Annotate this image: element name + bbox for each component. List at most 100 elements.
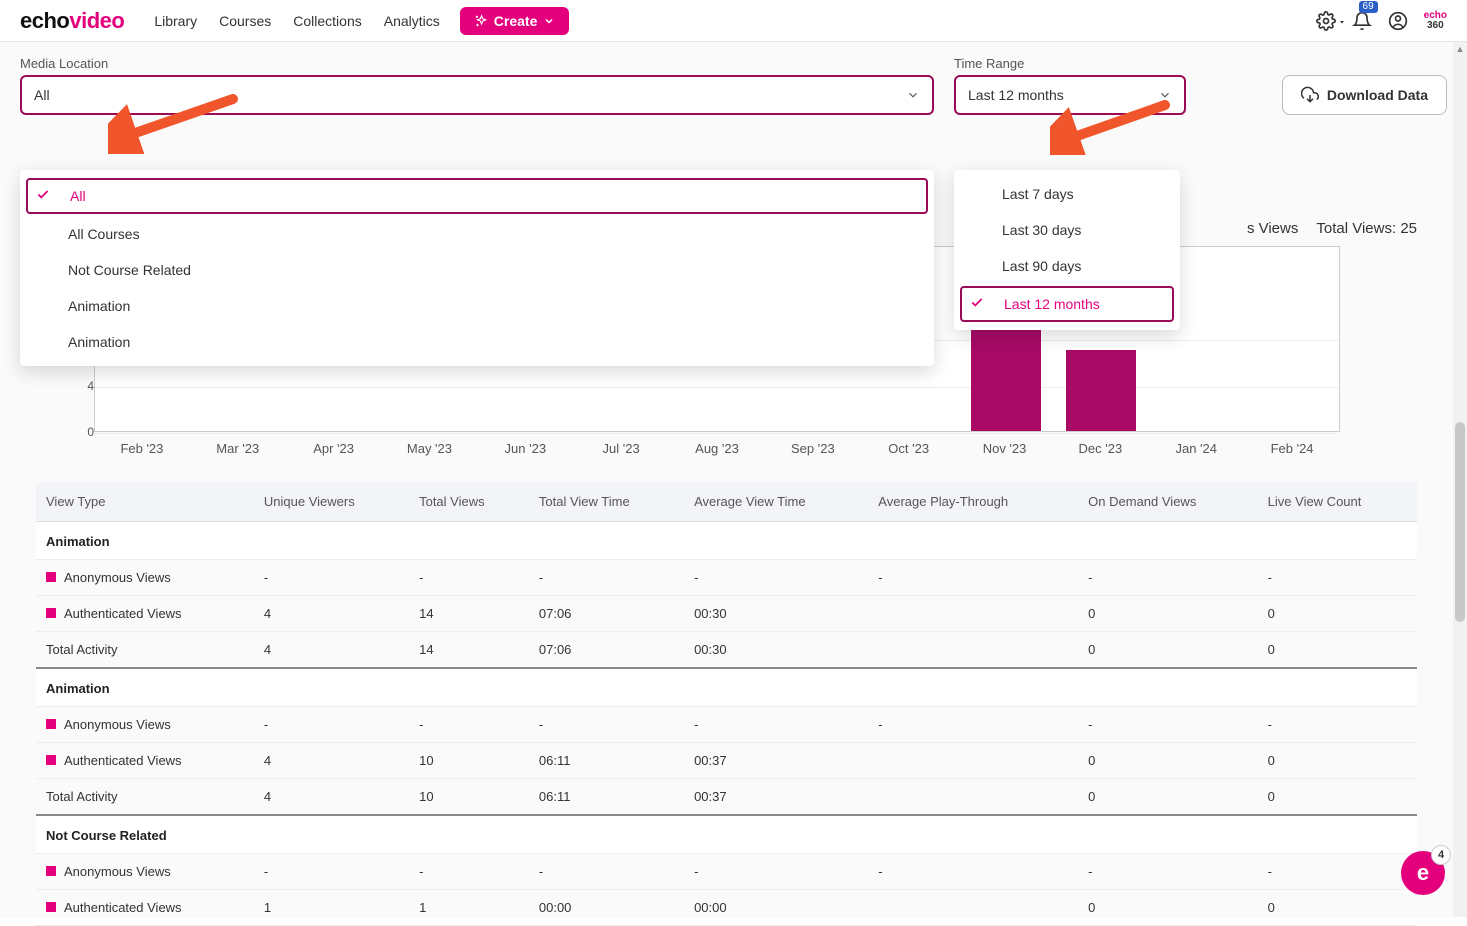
table-header[interactable]: Average View Time bbox=[684, 482, 868, 522]
table-cell: 0 bbox=[1078, 743, 1258, 779]
table-cell: - bbox=[1258, 707, 1417, 743]
table-row: Authenticated Views41407:0600:3000 bbox=[36, 596, 1417, 632]
time-option[interactable]: Last 12 months bbox=[960, 286, 1174, 322]
time-option-label: Last 12 months bbox=[1004, 296, 1100, 312]
media-option[interactable]: Animation bbox=[20, 324, 934, 360]
chat-count-badge: 4 bbox=[1431, 845, 1451, 865]
table-cell: - bbox=[529, 854, 684, 890]
row-label-cell: Anonymous Views bbox=[36, 707, 254, 743]
notif-badge: 69 bbox=[1359, 1, 1378, 13]
x-axis-tick: Apr '23 bbox=[313, 441, 354, 456]
table-header[interactable]: Average Play-Through bbox=[868, 482, 1078, 522]
table-section-title: Not Course Related bbox=[36, 815, 1417, 854]
check-icon bbox=[36, 188, 50, 205]
table-cell: - bbox=[409, 560, 529, 596]
media-option[interactable]: Not Course Related bbox=[20, 252, 934, 288]
table-cell: 0 bbox=[1258, 890, 1417, 926]
table-cell: 0 bbox=[1078, 596, 1258, 632]
table-cell bbox=[868, 596, 1078, 632]
chart-bar[interactable] bbox=[1066, 350, 1136, 431]
primary-nav: Library Courses Collections Analytics bbox=[154, 13, 439, 29]
nav-analytics[interactable]: Analytics bbox=[384, 13, 440, 29]
chat-bubble[interactable]: e 4 bbox=[1401, 851, 1445, 895]
chevron-down-icon bbox=[906, 88, 920, 102]
time-option[interactable]: Last 90 days bbox=[954, 248, 1180, 284]
x-axis-tick: Jan '24 bbox=[1175, 441, 1217, 456]
table-cell: 4 bbox=[254, 743, 409, 779]
legend-dot bbox=[46, 755, 56, 765]
table-header[interactable]: Total Views bbox=[409, 482, 529, 522]
table-header[interactable]: On Demand Views bbox=[1078, 482, 1258, 522]
sparkle-icon bbox=[474, 14, 488, 28]
scroll-thumb[interactable] bbox=[1455, 422, 1465, 622]
gridline bbox=[95, 387, 1339, 388]
row-label: Anonymous Views bbox=[64, 717, 171, 732]
row-label: Authenticated Views bbox=[64, 606, 182, 621]
x-axis-tick: Feb '24 bbox=[1271, 441, 1314, 456]
table-cell: 0 bbox=[1258, 596, 1417, 632]
x-axis-tick: May '23 bbox=[407, 441, 452, 456]
brand-logo[interactable]: echovideo bbox=[20, 8, 124, 34]
table-cell: - bbox=[1078, 854, 1258, 890]
media-option[interactable]: All bbox=[26, 178, 928, 214]
table-cell: - bbox=[1258, 854, 1417, 890]
table-cell: 10 bbox=[409, 779, 529, 816]
table-row: Total Activity41407:0600:3000 bbox=[36, 632, 1417, 669]
table-section-header: Animation bbox=[36, 522, 1417, 560]
row-label: Anonymous Views bbox=[64, 570, 171, 585]
table-cell: 06:11 bbox=[529, 779, 684, 816]
table-cell: - bbox=[1078, 707, 1258, 743]
table-row: Anonymous Views------- bbox=[36, 707, 1417, 743]
y-axis-tick: 0 bbox=[70, 425, 94, 439]
x-axis-tick: Dec '23 bbox=[1079, 441, 1123, 456]
download-data-button[interactable]: Download Data bbox=[1282, 75, 1447, 115]
table-cell: 0 bbox=[1258, 743, 1417, 779]
notifications-icon[interactable]: 69 bbox=[1352, 11, 1372, 31]
media-option[interactable]: All Courses bbox=[20, 216, 934, 252]
media-option[interactable]: Animation bbox=[20, 288, 934, 324]
table-cell: - bbox=[529, 707, 684, 743]
x-axis-tick: Mar '23 bbox=[216, 441, 259, 456]
table-cell: 0 bbox=[1078, 890, 1258, 926]
table-cell: 14 bbox=[409, 632, 529, 669]
brand-tag[interactable]: echo360 bbox=[1424, 11, 1447, 31]
table-cell: 07:06 bbox=[529, 632, 684, 669]
profile-icon[interactable] bbox=[1388, 11, 1408, 31]
scroll-up-arrow[interactable]: ▲ bbox=[1453, 42, 1467, 56]
settings-icon[interactable] bbox=[1316, 11, 1336, 31]
table-header[interactable]: View Type bbox=[36, 482, 254, 522]
annotation-arrow-media bbox=[108, 94, 238, 154]
download-label: Download Data bbox=[1327, 87, 1428, 103]
table-cell: 0 bbox=[1258, 779, 1417, 816]
table-cell: - bbox=[868, 560, 1078, 596]
time-option[interactable]: Last 30 days bbox=[954, 212, 1180, 248]
table-cell: 0 bbox=[1258, 632, 1417, 669]
table-cell: - bbox=[868, 854, 1078, 890]
annotation-arrow-time bbox=[1050, 100, 1170, 155]
table-header[interactable]: Unique Viewers bbox=[254, 482, 409, 522]
table-cell: 4 bbox=[254, 632, 409, 669]
table-header[interactable]: Live View Count bbox=[1258, 482, 1417, 522]
legend-frag-b: s Views bbox=[1247, 220, 1298, 237]
nav-courses[interactable]: Courses bbox=[219, 13, 271, 29]
table-header[interactable]: Total View Time bbox=[529, 482, 684, 522]
row-label: Total Activity bbox=[46, 789, 118, 804]
table-cell: - bbox=[1078, 560, 1258, 596]
legend-dot bbox=[46, 719, 56, 729]
header-icons: 69 echo360 bbox=[1316, 11, 1447, 31]
table-section-title: Animation bbox=[36, 522, 1417, 560]
vertical-scrollbar[interactable]: ▲ bbox=[1453, 42, 1467, 917]
create-button[interactable]: Create bbox=[460, 7, 570, 35]
nav-collections[interactable]: Collections bbox=[293, 13, 361, 29]
table-cell: 07:06 bbox=[529, 596, 684, 632]
table-cell: 00:30 bbox=[684, 596, 868, 632]
time-option-label: Last 90 days bbox=[1002, 258, 1081, 274]
row-label: Anonymous Views bbox=[64, 864, 171, 879]
table-row: Authenticated Views1100:0000:0000 bbox=[36, 890, 1417, 926]
nav-library[interactable]: Library bbox=[154, 13, 197, 29]
time-option[interactable]: Last 7 days bbox=[954, 176, 1180, 212]
table-cell: - bbox=[868, 707, 1078, 743]
download-icon bbox=[1301, 86, 1319, 104]
logo-part-b: video bbox=[69, 8, 124, 33]
table-cell: - bbox=[409, 707, 529, 743]
